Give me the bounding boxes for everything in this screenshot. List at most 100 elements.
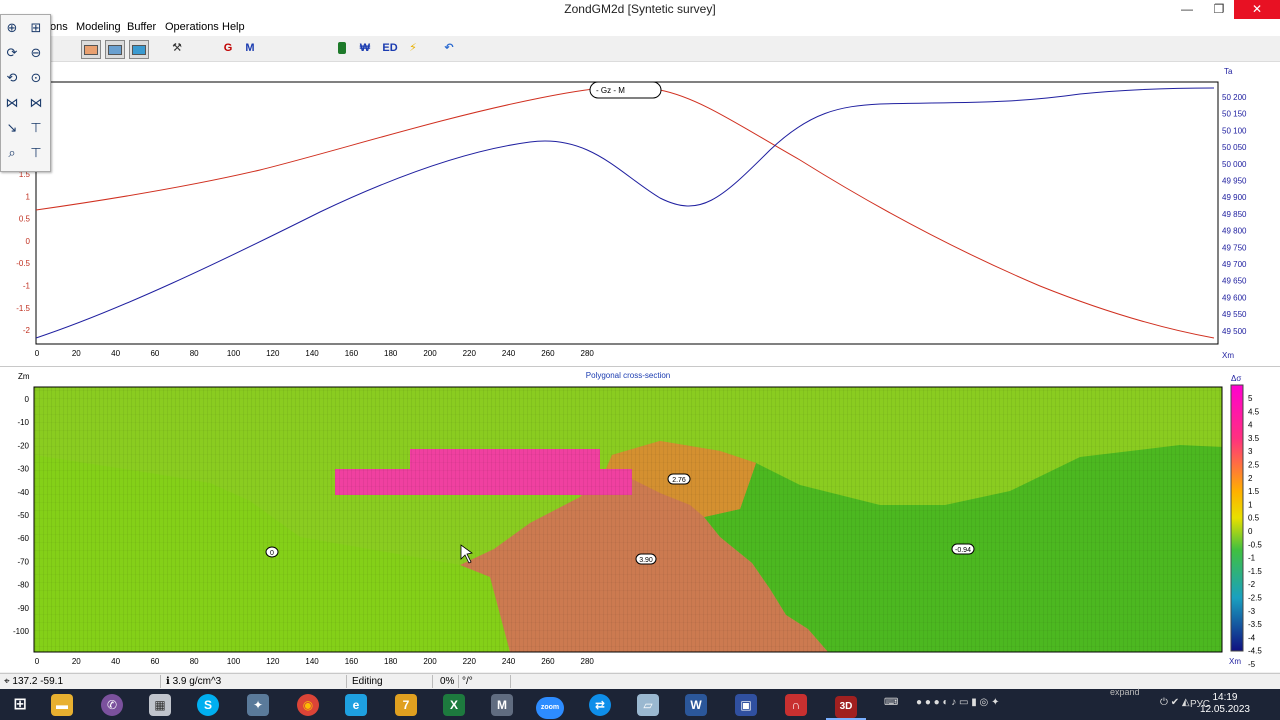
right-tick-label: 50 050 — [1222, 143, 1247, 152]
excel-icon: X — [443, 694, 465, 716]
menu-help[interactable]: Help — [222, 21, 245, 33]
palette-remove-button[interactable]: ⊖ — [26, 43, 46, 63]
clock-date: 12.05.2023 — [1199, 704, 1250, 715]
cross-section-chart[interactable]: 0-10-20-30-40-50-60-70-80-90-100 0 20 40 60… — [0, 367, 1280, 672]
scale-tick-label: 0 — [1248, 527, 1253, 536]
x-tick-label: 240 — [502, 349, 516, 358]
palette-split-button[interactable]: ⋈ — [2, 93, 22, 113]
scale-tick-label: -1 — [1248, 554, 1256, 563]
teamviewer-icon: ⇄ — [589, 694, 611, 716]
section-title: Polygonal cross-section — [586, 371, 670, 380]
palette-edit-button[interactable]: ↘ — [2, 118, 22, 138]
legend-text: - Gz - M — [596, 86, 625, 95]
task-explorer[interactable]: ▬ — [42, 691, 82, 718]
x-tick-label: 80 — [190, 349, 199, 358]
section-x-tick-label: 220 — [463, 657, 477, 666]
task-viber[interactable]: ✆ — [92, 691, 132, 718]
scale-title: Δσ — [1231, 374, 1241, 383]
status-extra: °/° — [458, 675, 511, 688]
x-tick-label: 280 — [581, 349, 595, 358]
skype-icon: S — [197, 694, 219, 716]
menu-options[interactable]: ons — [50, 21, 68, 33]
left-tick-label: 0.5 — [19, 215, 31, 224]
palette-rotate-button[interactable]: ⟳ — [2, 43, 22, 63]
color-scale — [1230, 384, 1244, 652]
x-tick-label: 180 — [384, 349, 398, 358]
task-excel[interactable]: X — [434, 691, 474, 718]
task-notes[interactable]: ▱ — [628, 691, 668, 718]
menu-operations[interactable]: Operations — [165, 21, 219, 33]
magnetic-button[interactable]: M — [241, 40, 259, 57]
task-skype[interactable]: S — [188, 691, 228, 718]
palette-select-button[interactable]: ⊕ — [2, 18, 22, 38]
database-button[interactable] — [333, 40, 351, 57]
z-tick-label: -60 — [17, 534, 29, 543]
right-tick-label: 50 150 — [1222, 110, 1247, 119]
z-tick-label: -40 — [17, 488, 29, 497]
grid-view-2-button[interactable] — [105, 40, 125, 59]
tools-button[interactable]: ⚒ — [168, 40, 186, 57]
undo-button[interactable]: ↶ — [440, 40, 458, 57]
field-curves-chart[interactable]: 1.510.50-0.5-1-1.5-2 50 20050 15050 1005… — [0, 62, 1280, 366]
minimize-button[interactable]: — — [1172, 0, 1202, 19]
close-button[interactable]: ✕ — [1234, 0, 1280, 19]
clock[interactable]: 14:19 12.05.2023 — [1200, 692, 1250, 716]
palette-add-button[interactable]: ⊞ — [26, 18, 46, 38]
task-mathcad[interactable]: M — [482, 691, 522, 718]
scale-tick-label: 0.5 — [1248, 514, 1260, 523]
task-app-grid[interactable]: ✦ — [238, 691, 278, 718]
section-x-tick-label: 40 — [111, 657, 120, 666]
scale-tick-label: -4.5 — [1248, 647, 1262, 656]
scale-tick-label: 2.5 — [1248, 461, 1260, 470]
palette-cycle-button[interactable]: ⟲ — [2, 68, 22, 88]
maximize-button[interactable]: ❐ — [1204, 0, 1234, 19]
title-bar: ZondGM2d [Syntetic survey] — ❐ ✕ — [0, 0, 1280, 20]
cross-section-panel: 0 -10 -20 -30 -40 -50 -60 -70 -80 -90 -100 0 20 40 60… — [0, 366, 1280, 672]
lightning-button[interactable]: ⚡ — [404, 40, 422, 57]
tray-icons[interactable]: ● ● ● ◐ ♪ ▭ ▮ ◎ ✦ — [916, 697, 999, 708]
z-tick-label: -90 — [17, 604, 29, 613]
status-progress: 0% — [436, 675, 459, 688]
task-zond-magnet[interactable]: ∩ — [776, 691, 816, 718]
right-tick-label: 49 600 — [1222, 293, 1247, 302]
keyboard-icon[interactable]: ⌨ — [884, 697, 898, 708]
inversion-icon: ₩ — [359, 42, 371, 54]
task-chrome[interactable]: ◉ — [288, 691, 328, 718]
palette-center-button[interactable]: ⊙ — [26, 68, 46, 88]
task-teamviewer[interactable]: ⇄ — [580, 691, 620, 718]
gravity-button[interactable]: G — [219, 40, 237, 57]
palette-vertex-button[interactable]: ⊤ — [26, 118, 46, 138]
grid-2-icon — [108, 45, 122, 55]
cycle-icon: ⟲ — [6, 70, 18, 85]
grid-view-3-button[interactable] — [129, 40, 149, 59]
task-edge[interactable]: e — [336, 691, 376, 718]
field-curves-panel: 1.5 1 0.5 0 -0.5 -1 -1.5 -2 50 200 50 150 50 100 5… — [0, 62, 1280, 366]
palette-zoom-button[interactable]: ⌕ — [2, 143, 22, 163]
database-icon — [338, 42, 346, 54]
palette-merge-button[interactable]: ⋈ — [26, 93, 46, 113]
menu-buffer[interactable]: Buffer — [127, 21, 156, 33]
x-tick-label: 20 — [72, 349, 81, 358]
start-button[interactable]: ⊞ — [0, 691, 40, 718]
z-tick-label: -30 — [17, 465, 29, 474]
task-zond-3d[interactable]: 3D — [826, 691, 866, 720]
sevenzip-icon: 7 — [395, 694, 417, 716]
tray-status-icons[interactable]: ⏻ ✔ ◭ — [1160, 697, 1190, 708]
section-x-tick-label: 100 — [227, 657, 241, 666]
x-tick-label: 260 — [541, 349, 555, 358]
menu-modeling[interactable]: Modeling — [76, 21, 121, 33]
grid-view-1-button[interactable] — [81, 40, 101, 59]
task-7zip[interactable]: 7 — [386, 691, 426, 718]
left-tick-label: 1 — [26, 192, 31, 201]
section-x-tick-label: 120 — [266, 657, 280, 666]
task-zoom[interactable]: zoom — [530, 691, 570, 719]
app-grid-icon: ✦ — [247, 694, 269, 716]
editor-button[interactable]: ED — [380, 40, 400, 57]
inversion-button[interactable]: ₩ — [356, 40, 374, 57]
label-lower-body: 3.90 — [639, 557, 653, 564]
task-save-app[interactable]: ▣ — [726, 691, 766, 718]
label-right-body: -0.94 — [955, 547, 971, 554]
task-calculator[interactable]: ▦ — [140, 691, 180, 718]
palette-pan-button[interactable]: ⊤ — [26, 143, 46, 163]
task-word[interactable]: W — [676, 691, 716, 718]
